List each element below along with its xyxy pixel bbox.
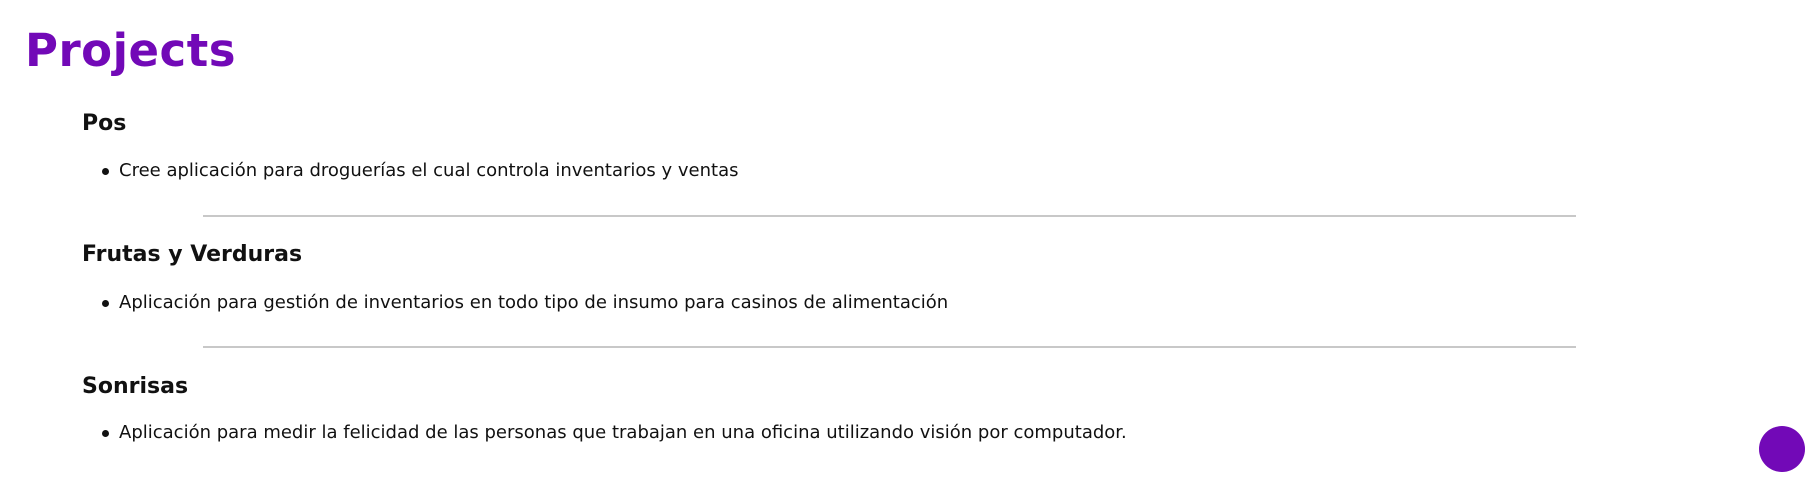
section-title: Projects	[25, 24, 237, 77]
project-description-text: Aplicación para medir la felicidad de la…	[119, 422, 1127, 443]
project-item: Sonrisas Aplicación para medir la felici…	[82, 373, 1582, 445]
bullet-icon	[102, 300, 109, 307]
project-name: Frutas y Verduras	[82, 242, 303, 267]
project-description: Cree aplicación para droguerías el cual …	[82, 159, 1582, 183]
project-description-list: Aplicación para gestión de inventarios e…	[82, 291, 1582, 315]
project-description-list: Aplicación para medir la felicidad de la…	[82, 421, 1582, 445]
project-divider	[203, 215, 1576, 217]
project-name: Sonrisas	[82, 374, 189, 399]
projects-page: Projects Pos Cree aplicación para drogue…	[0, 0, 1810, 497]
project-description: Aplicación para medir la felicidad de la…	[82, 421, 1582, 445]
project-description-list: Cree aplicación para droguerías el cual …	[82, 159, 1582, 183]
bullet-icon	[102, 168, 109, 175]
bullet-icon	[102, 430, 109, 437]
floating-action-button[interactable]	[1759, 426, 1805, 472]
project-description: Aplicación para gestión de inventarios e…	[82, 291, 1582, 315]
project-name: Pos	[82, 111, 127, 136]
project-item: Frutas y Verduras Aplicación para gestió…	[82, 241, 1582, 315]
project-description-text: Aplicación para gestión de inventarios e…	[119, 292, 949, 313]
project-item: Pos Cree aplicación para droguerías el c…	[82, 110, 1582, 183]
project-divider	[203, 346, 1576, 348]
project-description-text: Cree aplicación para droguerías el cual …	[119, 160, 739, 181]
